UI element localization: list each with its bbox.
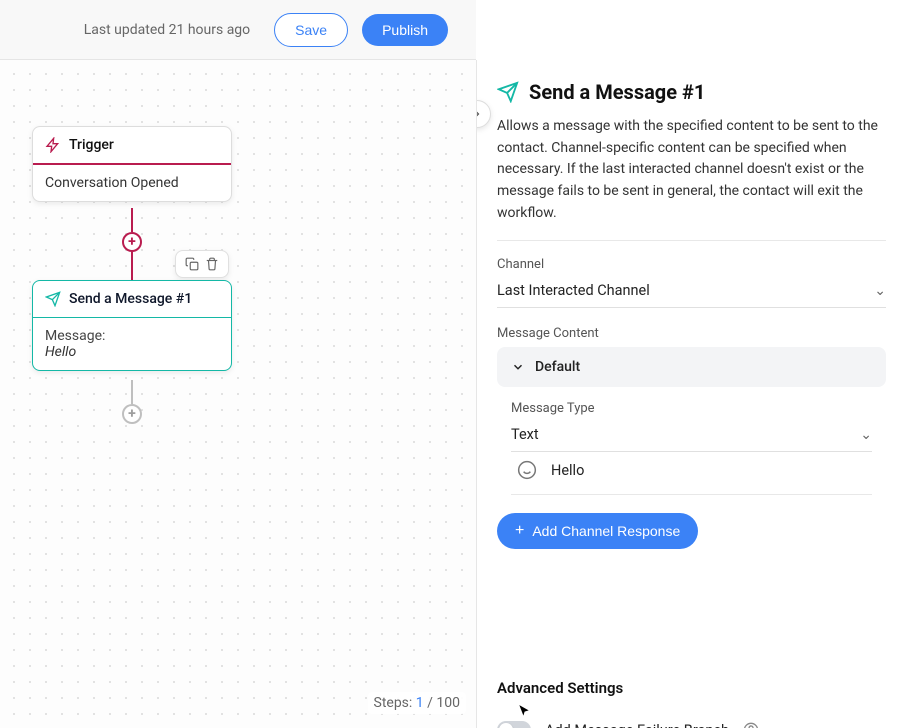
chevron-down-icon <box>511 360 525 374</box>
failure-branch-label: Add Message Failure Branch <box>545 722 729 728</box>
message-type-select[interactable]: Text ⌄ <box>511 422 872 452</box>
trigger-node[interactable]: Trigger Conversation Opened <box>32 126 232 202</box>
send-node-title: Send a Message #1 <box>69 291 192 307</box>
copy-icon[interactable] <box>184 256 200 272</box>
save-button[interactable]: Save <box>274 13 348 47</box>
message-type-label: Message Type <box>511 401 872 416</box>
help-icon[interactable] <box>743 722 759 728</box>
last-updated-text: Last updated 21 hours ago <box>84 22 250 38</box>
message-content-label: Message Content <box>497 326 886 341</box>
send-node-msg-label: Message: <box>45 328 219 344</box>
collapse-panel-button[interactable] <box>476 100 491 128</box>
channel-select[interactable]: Last Interacted Channel ⌄ <box>497 278 886 308</box>
divider <box>497 240 886 241</box>
chevron-down-icon: ⌄ <box>874 283 886 299</box>
add-step-button-end[interactable]: + <box>122 404 142 424</box>
trash-icon[interactable] <box>204 256 220 272</box>
panel-description: Allows a message with the specified cont… <box>497 116 886 224</box>
message-text-row[interactable]: Hello <box>511 452 872 495</box>
emoji-icon[interactable] <box>517 460 537 480</box>
workflow-canvas[interactable]: Trigger Conversation Opened + Send a Mes… <box>0 60 476 728</box>
connector-line <box>131 380 133 404</box>
bolt-icon <box>45 137 61 153</box>
message-text-value: Hello <box>551 462 584 479</box>
failure-branch-toggle[interactable] <box>497 721 531 728</box>
send-node-msg-value: Hello <box>45 344 219 360</box>
send-icon <box>497 81 519 103</box>
cursor-icon <box>517 702 531 720</box>
trigger-body: Conversation Opened <box>45 175 179 191</box>
chevron-down-icon: ⌄ <box>860 427 872 443</box>
plus-icon: + <box>515 523 524 539</box>
add-channel-response-button[interactable]: + Add Channel Response <box>497 513 698 549</box>
properties-panel: Send a Message #1 Allows a message with … <box>476 60 904 728</box>
channel-label: Channel <box>497 257 886 272</box>
default-accordion-header[interactable]: Default <box>497 347 886 387</box>
node-toolbar <box>175 250 229 278</box>
panel-title: Send a Message #1 <box>529 80 705 104</box>
send-icon <box>45 291 61 307</box>
trigger-title: Trigger <box>69 137 114 153</box>
add-step-button[interactable]: + <box>122 232 142 252</box>
steps-counter: Steps: 1 / 100 <box>368 692 467 714</box>
connector-line <box>131 250 133 280</box>
publish-button[interactable]: Publish <box>362 14 448 46</box>
connector-line <box>131 208 133 232</box>
send-message-node[interactable]: Send a Message #1 Message: Hello <box>32 280 232 371</box>
advanced-settings-heading: Advanced Settings <box>497 679 886 697</box>
